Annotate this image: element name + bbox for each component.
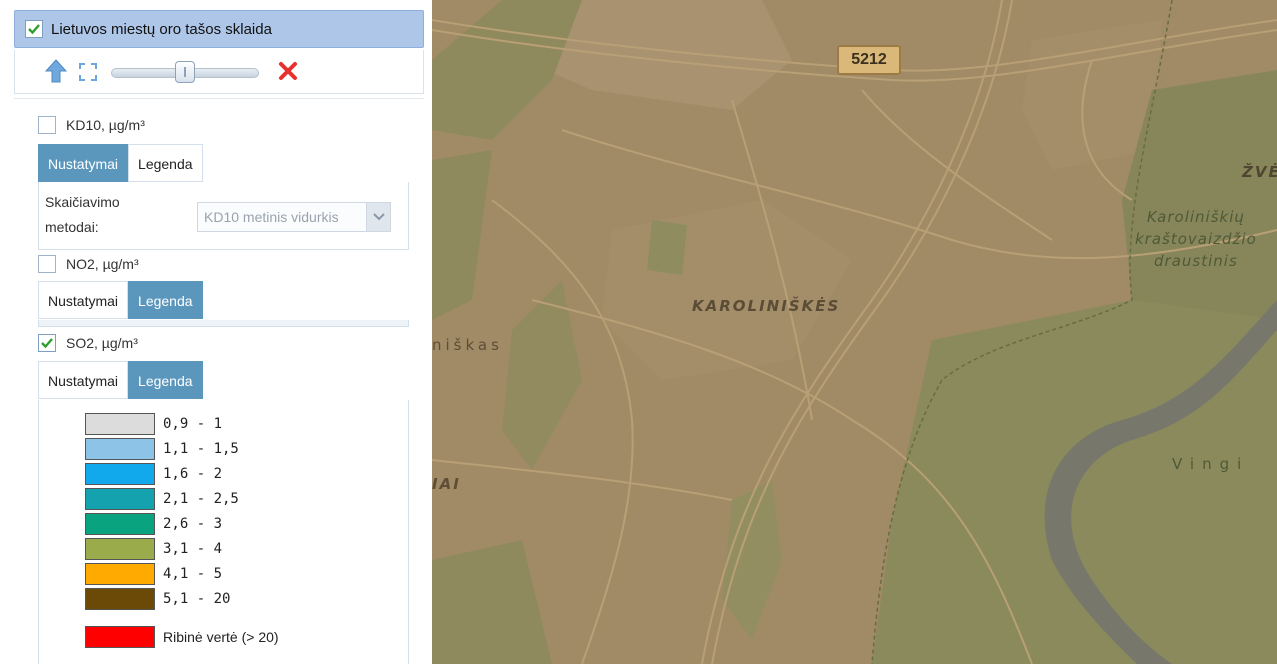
close-icon[interactable]	[277, 60, 299, 82]
sublayer-so2-tabs: Nustatymai Legenda	[38, 361, 203, 399]
map-label-reserve: Karoliniškių kraštovaizdžio draustinis	[1135, 206, 1257, 272]
legend-label: 4,1 - 5	[163, 566, 223, 582]
legend-swatch	[85, 626, 155, 648]
opacity-slider-handle[interactable]	[175, 61, 195, 83]
legend-label: 3,1 - 4	[163, 541, 223, 557]
legend-swatch	[85, 463, 155, 485]
tab-legend[interactable]: Legenda	[128, 361, 203, 399]
method-select-value: KD10 metinis vidurkis	[204, 209, 339, 225]
no2-legend-panel	[38, 320, 409, 327]
legend-item: 0,9 - 1	[85, 413, 222, 435]
layer-visibility-checkbox[interactable]	[25, 20, 43, 38]
layer-header[interactable]: Lietuvos miestų oro tašos sklaida	[14, 10, 424, 48]
legend-label: 2,1 - 2,5	[163, 491, 239, 507]
tab-settings[interactable]: Nustatymai	[38, 144, 129, 182]
legend-label: 2,6 - 3	[163, 516, 223, 532]
map-label-district: KAROLINIŠKĖS	[692, 297, 841, 315]
legend-swatch	[85, 513, 155, 535]
sublayer-no2[interactable]: NO2, µg/m³	[38, 255, 139, 273]
sublayer-no2-tabs: Nustatymai Legenda	[38, 281, 203, 319]
sublayer-kd10-checkbox[interactable]	[38, 116, 56, 134]
legend-label: 0,9 - 1	[163, 416, 223, 432]
sublayer-so2-label: SO2, µg/m³	[66, 335, 138, 351]
legend-label: 5,1 - 20	[163, 591, 231, 607]
legend-label: 1,6 - 2	[163, 466, 223, 482]
legend-swatch	[85, 563, 155, 585]
legend-label: 1,1 - 1,5	[163, 441, 239, 457]
legend-swatch	[85, 413, 155, 435]
map-view[interactable]: 5212 KAROLINIŠKĖS Karoliniškių kraštovai…	[432, 0, 1277, 664]
legend-item: Ribinė vertė (> 20)	[85, 626, 279, 648]
tab-legend[interactable]: Legenda	[128, 144, 203, 182]
zoom-to-extent-icon[interactable]	[79, 63, 97, 81]
sublayer-so2-checkbox[interactable]	[38, 334, 56, 352]
legend-panel: 0,9 - 1 1,1 - 1,5 1,6 - 2 2,1 - 2,5 2,6 …	[38, 400, 409, 664]
map-label-zv: ŽVĖ	[1242, 163, 1277, 181]
legend-item: 1,6 - 2	[85, 463, 222, 485]
sublayer-kd10-label: KD10, µg/m³	[66, 117, 145, 133]
tab-settings[interactable]: Nustatymai	[38, 361, 129, 399]
legend-swatch	[85, 488, 155, 510]
settings-panel: Skaičiavimo metodai: KD10 metinis vidurk…	[38, 182, 409, 250]
check-icon	[41, 338, 53, 349]
legend-item: 4,1 - 5	[85, 563, 222, 585]
layer-title: Lietuvos miestų oro tašos sklaida	[51, 20, 272, 38]
sublayer-no2-checkbox[interactable]	[38, 255, 56, 273]
method-select[interactable]: KD10 metinis vidurkis	[197, 202, 391, 232]
sublayer-kd10-tabs: Nustatymai Legenda	[38, 144, 203, 182]
check-icon	[28, 24, 40, 35]
layer-toolbar	[14, 50, 424, 94]
map-label-iskas: niškas	[432, 336, 503, 354]
map-label-reserve-line2: kraštovaizdžio	[1135, 230, 1257, 248]
map-label-reserve-line1: Karoliniškių	[1146, 208, 1245, 226]
tab-legend[interactable]: Legenda	[128, 281, 203, 319]
legend-label: Ribinė vertė (> 20)	[163, 629, 279, 645]
legend-item: 5,1 - 20	[85, 588, 230, 610]
map-label-iai: IAI	[432, 475, 461, 493]
legend-item: 1,1 - 1,5	[85, 438, 239, 460]
layer-panel: Lietuvos miestų oro tašos sklaida KD10, …	[0, 0, 432, 664]
method-label: Skaičiavimo metodai:	[45, 194, 120, 235]
sublayer-no2-label: NO2, µg/m³	[66, 256, 139, 272]
arrow-up-icon[interactable]	[45, 59, 67, 83]
legend-swatch	[85, 438, 155, 460]
map-label-vingi: Vingi	[1172, 455, 1250, 473]
legend-item: 2,6 - 3	[85, 513, 222, 535]
road-number-shield: 5212	[837, 45, 901, 75]
legend-item: 2,1 - 2,5	[85, 488, 239, 510]
sublayer-so2[interactable]: SO2, µg/m³	[38, 334, 138, 352]
legend-swatch	[85, 538, 155, 560]
map-label-reserve-line3: draustinis	[1154, 252, 1238, 270]
divider	[14, 98, 424, 99]
chevron-down-icon[interactable]	[366, 203, 390, 231]
tab-settings[interactable]: Nustatymai	[38, 281, 129, 319]
legend-item: 3,1 - 4	[85, 538, 222, 560]
legend-swatch	[85, 588, 155, 610]
map-canvas[interactable]	[432, 0, 1277, 664]
sublayer-kd10[interactable]: KD10, µg/m³	[38, 116, 145, 134]
